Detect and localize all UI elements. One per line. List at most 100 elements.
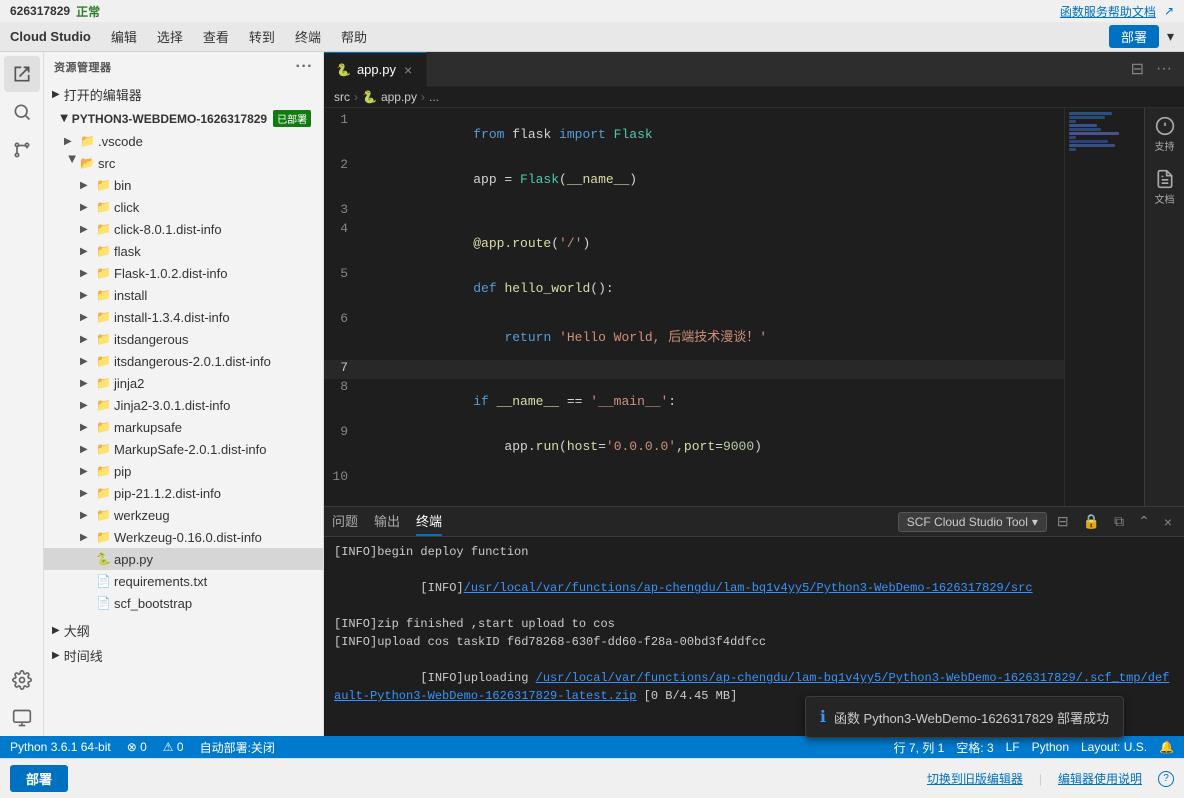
sidebar: 资源管理器 ··· ▶ 打开的编辑器 ▶ PYTHON3-WEBDEMO-162… <box>44 52 324 736</box>
timeline-section[interactable]: ▶ 时间线 <box>44 643 323 668</box>
activity-settings-icon[interactable] <box>4 662 40 698</box>
term-line-4: [INFO]upload cos taskID f6d78268-630f-dd… <box>334 633 1174 651</box>
menu-deploy-button[interactable]: 部署 <box>1109 25 1159 48</box>
panel-copy-icon[interactable]: ⧉ <box>1110 511 1128 532</box>
breadcrumb-more[interactable]: ... <box>429 90 439 104</box>
status-auto-deploy[interactable]: 自动部署:关闭 <box>200 739 275 756</box>
help-link[interactable]: 函数服务帮助文档 <box>1060 3 1156 20</box>
tab-apppy[interactable]: 🐍 app.py × <box>324 52 427 87</box>
status-notifications-icon[interactable]: 🔔 <box>1159 740 1174 754</box>
project-section[interactable]: ▶ PYTHON3-WEBDEMO-1626317829 已部署 <box>44 107 323 130</box>
tab-label: app.py <box>357 62 396 77</box>
panel-tab-terminal[interactable]: 终端 <box>416 507 442 536</box>
support-label: 支持 <box>1155 138 1175 153</box>
code-editor[interactable]: 1 from flask import Flask 2 app = Flask(… <box>324 108 1064 506</box>
status-bar-right: 行 7, 列 1 空格: 3 LF Python Layout: U.S. 🔔 <box>894 739 1174 756</box>
status-line-col[interactable]: 行 7, 列 1 <box>894 739 945 756</box>
split-editor-icon[interactable]: ⊟ <box>1127 57 1148 81</box>
term-link-src[interactable]: /usr/local/var/functions/ap-chengdu/lam-… <box>464 581 1033 595</box>
activity-remote-icon[interactable] <box>4 700 40 736</box>
code-line-3: 3 <box>324 202 1064 221</box>
sidebar-item-requirements[interactable]: ▶ 📄 requirements.txt <box>44 570 323 592</box>
menu-chevron-icon[interactable]: ▾ <box>1167 28 1174 45</box>
project-status: 正常 <box>76 3 100 20</box>
sidebar-item-label: Werkzeug-0.16.0.dist-info <box>114 530 262 545</box>
activity-search-icon[interactable] <box>4 94 40 130</box>
breadcrumb-src[interactable]: src <box>334 90 350 104</box>
sidebar-item-jinja2-dist[interactable]: ▶ 📁 Jinja2-3.0.1.dist-info <box>44 394 323 416</box>
status-warnings[interactable]: ⚠ 0 <box>163 740 184 754</box>
more-actions-icon[interactable]: ··· <box>1152 58 1176 80</box>
editor-help-link[interactable]: 编辑器使用说明 <box>1058 770 1142 787</box>
sidebar-item-scf-bootstrap[interactable]: ▶ 📄 scf_bootstrap <box>44 592 323 614</box>
sidebar-item-click[interactable]: ▶ 📁 click <box>44 196 323 218</box>
status-language[interactable]: Python <box>1032 740 1069 754</box>
activity-bar <box>0 52 44 736</box>
sidebar-item-vscode[interactable]: ▶ 📁 .vscode <box>44 130 323 152</box>
menu-item-view[interactable]: 查看 <box>195 25 237 48</box>
sidebar-item-markupsafe-dist[interactable]: ▶ 📁 MarkupSafe-2.0.1.dist-info <box>44 438 323 460</box>
bottom-help-icon[interactable]: ? <box>1158 771 1174 787</box>
sidebar-item-pip-dist[interactable]: ▶ 📁 pip-21.1.2.dist-info <box>44 482 323 504</box>
panel-tab-problems[interactable]: 问题 <box>332 507 358 536</box>
menu-item-select[interactable]: 选择 <box>149 25 191 48</box>
breadcrumb-sep2: › <box>421 90 425 104</box>
status-layout[interactable]: Layout: U.S. <box>1081 740 1147 754</box>
activity-explorer-icon[interactable] <box>4 56 40 92</box>
menu-item-terminal[interactable]: 终端 <box>287 25 329 48</box>
sidebar-item-bin[interactable]: ▶ 📁 bin <box>44 174 323 196</box>
project-id: 626317829 <box>10 4 70 18</box>
sidebar-item-jinja2[interactable]: ▶ 📁 jinja2 <box>44 372 323 394</box>
switch-editor-link[interactable]: 切换到旧版编辑器 <box>927 770 1023 787</box>
top-bar: 626317829 正常 函数服务帮助文档 ↗ <box>0 0 1184 22</box>
sidebar-item-flask[interactable]: ▶ 📁 flask <box>44 240 323 262</box>
sidebar-item-apppy[interactable]: ▶ 🐍 app.py <box>44 548 323 570</box>
tab-actions: ⊟ ··· <box>1119 57 1184 81</box>
tab-close-button[interactable]: × <box>402 62 414 78</box>
sidebar-item-install[interactable]: ▶ 📁 install <box>44 284 323 306</box>
sidebar-item-itsdangerous[interactable]: ▶ 📁 itsdangerous <box>44 328 323 350</box>
toast-message: 函数 Python3-WebDemo-1626317829 部署成功 <box>834 708 1109 727</box>
panel-lock-icon[interactable]: 🔒 <box>1079 511 1104 532</box>
sidebar-item-itsdangerous-dist[interactable]: ▶ 📁 itsdangerous-2.0.1.dist-info <box>44 350 323 372</box>
sidebar-item-pip[interactable]: ▶ 📁 pip <box>44 460 323 482</box>
sidebar-item-werkzeug[interactable]: ▶ 📁 werkzeug <box>44 504 323 526</box>
panel-dropdown[interactable]: SCF Cloud Studio Tool ▾ <box>898 512 1047 532</box>
bottom-deploy-button[interactable]: 部署 <box>10 765 68 792</box>
open-editors-label: 打开的编辑器 <box>64 85 142 104</box>
panel-clear-icon[interactable]: ⊟ <box>1053 511 1073 532</box>
sidebar-item-flask-dist[interactable]: ▶ 📁 Flask-1.0.2.dist-info <box>44 262 323 284</box>
minimap <box>1064 108 1144 506</box>
breadcrumb-apppy[interactable]: app.py <box>381 90 417 104</box>
status-encoding[interactable]: LF <box>1006 740 1020 754</box>
sidebar-item-label: itsdangerous-2.0.1.dist-info <box>114 354 271 369</box>
docs-button[interactable]: 文档 <box>1155 169 1175 206</box>
sidebar-more-button[interactable]: ··· <box>296 58 313 76</box>
outline-label: 大纲 <box>64 621 90 640</box>
code-line-9: 9 app.run(host='0.0.0.0',port=9000) <box>324 424 1064 469</box>
outline-section[interactable]: ▶ 大纲 <box>44 618 323 643</box>
open-editors-section[interactable]: ▶ 打开的编辑器 <box>44 82 323 107</box>
sidebar-item-label: requirements.txt <box>114 574 207 589</box>
sidebar-item-src[interactable]: ▶ 📂 src <box>44 152 323 174</box>
sidebar-item-click-dist[interactable]: ▶ 📁 click-8.0.1.dist-info <box>44 218 323 240</box>
support-button[interactable]: 支持 <box>1155 116 1175 153</box>
menu-item-edit[interactable]: 编辑 <box>103 25 145 48</box>
menu-bar: Cloud Studio 编辑 选择 查看 转到 终端 帮助 部署 ▾ <box>0 22 1184 52</box>
status-spaces[interactable]: 空格: 3 <box>956 739 993 756</box>
sidebar-header: 资源管理器 ··· <box>44 52 323 82</box>
status-errors[interactable]: ⊗ 0 <box>127 740 147 754</box>
panel-maximize-icon[interactable]: ⌃ <box>1134 511 1154 532</box>
menu-item-goto[interactable]: 转到 <box>241 25 283 48</box>
sidebar-item-install-dist[interactable]: ▶ 📁 install-1.3.4.dist-info <box>44 306 323 328</box>
menu-item-help[interactable]: 帮助 <box>333 25 375 48</box>
panel-tab-output[interactable]: 输出 <box>374 507 400 536</box>
activity-source-control-icon[interactable] <box>4 132 40 168</box>
status-python-version[interactable]: Python 3.6.1 64-bit <box>10 740 111 754</box>
sidebar-item-markupsafe[interactable]: ▶ 📁 markupsafe <box>44 416 323 438</box>
sidebar-item-werkzeug-dist[interactable]: ▶ 📁 Werkzeug-0.16.0.dist-info <box>44 526 323 548</box>
code-line-1: 1 from flask import Flask <box>324 112 1064 157</box>
panel-close-icon[interactable]: × <box>1160 512 1176 532</box>
sidebar-item-label: werkzeug <box>114 508 170 523</box>
sidebar-item-label: install-1.3.4.dist-info <box>114 310 230 325</box>
